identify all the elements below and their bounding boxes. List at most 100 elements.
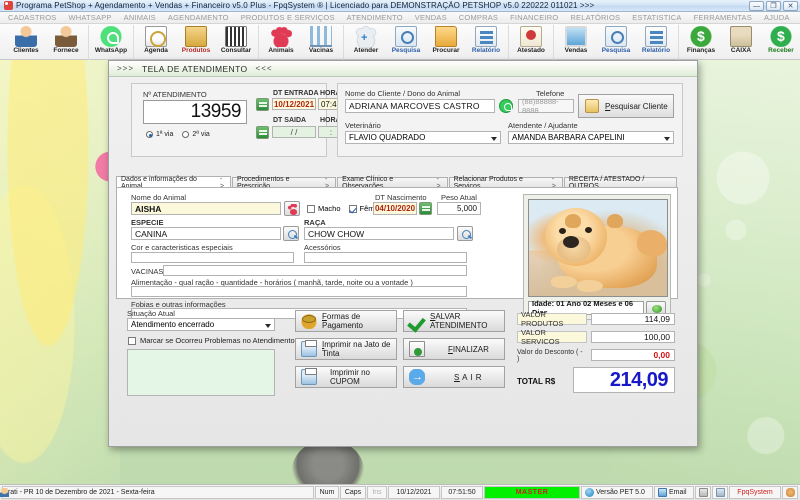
receive-icon (770, 26, 792, 47)
status-select[interactable]: Atendimento encerrado (127, 318, 275, 331)
animal-name-label: Nome do Animal (131, 193, 187, 202)
minimize-button[interactable]: — (749, 1, 764, 11)
menu-item-produtos-e-servicos[interactable]: PRODUTOS E SERVIÇOS (241, 13, 335, 22)
salvar-atendimento-button[interactable]: SALVAR ATENDIMENTO (403, 310, 505, 332)
whatsapp-icon[interactable] (499, 99, 513, 113)
vet-select[interactable]: FLAVIO QUADRADO (345, 131, 501, 144)
toolbar-button-animais[interactable]: Animais (261, 25, 301, 59)
breed-search-icon[interactable] (457, 226, 473, 241)
menu-item-atendimento[interactable]: ATENDIMENTO (347, 13, 403, 22)
exit-date-picker-icon[interactable] (256, 126, 269, 139)
client-name-value[interactable]: ADRIANA MARCOVES CASTRO (345, 99, 495, 113)
toolbar: Clientes Fornece WhatsApp Agenda Produto… (0, 24, 800, 60)
toolbar-button-pesquisa-atend[interactable]: Pesquisa (386, 25, 426, 59)
menu-item-whatsapp[interactable]: WHATSAPP (68, 13, 111, 22)
imprimir-cupom-button[interactable]: Imprimir no CUPOM (295, 366, 397, 388)
birth-date-picker-icon[interactable] (419, 202, 432, 215)
status-notes-textarea[interactable] (127, 349, 275, 396)
toolbar-button-financas[interactable]: Finanças (681, 25, 721, 59)
menu-item-relatorios[interactable]: RELATÓRIOS (570, 13, 620, 22)
status-version: Versão PET 5.0 (581, 486, 653, 499)
color-value[interactable] (131, 252, 294, 263)
toolbar-button-pesquisa-vendas[interactable]: Pesquisa (596, 25, 636, 59)
attendant-select[interactable]: AMANDA BARBARA CAPELINI (508, 131, 674, 144)
toolbar-label-clientes: Clientes (13, 47, 39, 54)
valor-produtos-value[interactable]: 114,09 (591, 313, 675, 325)
checkbox-femea[interactable] (348, 204, 357, 213)
toolbar-button-atender[interactable]: Atender (346, 25, 386, 59)
toolbar-button-relatorio-atend[interactable]: Relatório (466, 25, 506, 59)
radio-via2[interactable] (182, 131, 190, 138)
weight-value[interactable]: 5,000 (437, 202, 481, 215)
toolbar-button-vendas[interactable]: Vendas (556, 25, 596, 59)
total-value[interactable]: 214,09 (573, 367, 675, 393)
toolbar-button-caixa[interactable]: CAIXA (721, 25, 761, 59)
status-master: MASTER (0, 486, 580, 499)
toolbar-button-receber[interactable]: Receber (761, 25, 800, 59)
toolbar-button-consultar[interactable]: Consultar (216, 25, 256, 59)
feeding-value[interactable] (131, 286, 467, 297)
maximize-button[interactable]: ❐ (766, 1, 781, 11)
toolbar-button-procurar[interactable]: Procurar (426, 25, 466, 59)
toolbar-label-produtos: Produtos (181, 47, 211, 54)
entry-date-picker-icon[interactable] (256, 98, 269, 111)
toolbar-group-cadastros: Clientes Fornece (4, 25, 89, 60)
color-label: Cor e caracteristicas especiais (131, 243, 233, 252)
client-phone-value[interactable]: (88)88888-8888 (518, 97, 574, 115)
animal-photo[interactable] (528, 199, 668, 297)
supplier-icon (55, 26, 77, 47)
birth-date-value[interactable]: 04/10/2020 (373, 202, 417, 215)
accessories-value[interactable] (304, 252, 467, 263)
toolbar-button-vacinas[interactable]: Vacinas (301, 25, 341, 59)
checkbox-problemas[interactable] (128, 336, 136, 345)
menu-item-ferramentas[interactable]: FERRAMENTAS (694, 13, 752, 22)
sair-button[interactable]: S A I R (403, 366, 505, 388)
menu-item-ajuda[interactable]: AJUDA (764, 13, 790, 22)
close-button[interactable]: ✕ (783, 1, 798, 11)
menu-item-vendas[interactable]: VENDAS (415, 13, 447, 22)
status-email[interactable]: Email (654, 486, 694, 499)
dog-eye-left (559, 228, 566, 234)
application-window: Programa PetShop + Agendamento + Vendas … (0, 0, 800, 500)
search-client-button[interactable]: Pesquisar Cliente (578, 94, 674, 118)
formas-pagamento-button[interactable]: Formas de Pagamento (295, 310, 397, 332)
finalizar-button[interactable]: FINALIZAR (403, 338, 505, 360)
toolbar-group-financeiro: Finanças CAIXA Receber A Pagar (679, 25, 800, 60)
animal-name-value[interactable]: AISHA (131, 202, 281, 215)
vaccines-value[interactable] (163, 265, 467, 276)
valor-servicos-value[interactable]: 100,00 (591, 331, 675, 343)
status-version-label: Versão PET 5.0 (596, 489, 645, 496)
menu-item-estatistica[interactable]: ESTATISTICA (632, 13, 681, 22)
toolbar-button-clientes[interactable]: Clientes (6, 25, 46, 59)
entry-date-value[interactable]: 10/12/2021 (272, 98, 316, 110)
toolbar-button-relatorio-vendas[interactable]: Relatório (636, 25, 676, 59)
search-icon (605, 26, 627, 47)
menu-item-animais[interactable]: ANIMAIS (124, 13, 156, 22)
checkbox-macho[interactable] (307, 204, 315, 213)
menu-item-agendamento[interactable]: AGENDAMENTO (168, 13, 229, 22)
dog-tail-shape (637, 230, 667, 256)
status-printer[interactable] (695, 486, 711, 499)
toolbar-button-produtos[interactable]: Produtos (176, 25, 216, 59)
animal-paw-button[interactable] (284, 201, 300, 216)
toolbar-button-fornece[interactable]: Fornece (46, 25, 86, 59)
status-network[interactable] (712, 486, 728, 499)
species-value[interactable]: CANINA (131, 227, 281, 240)
exit-date-value[interactable]: / / (272, 126, 316, 138)
toolbar-button-atestado[interactable]: Atestado (511, 25, 551, 59)
exit-icon (409, 369, 425, 385)
attendance-number-value[interactable]: 13959 (143, 100, 247, 124)
imprimir-jato-button[interactable]: Imprimir na Jato de Tinta (295, 338, 397, 360)
animal-photo-frame: Idade: 01 Ano 02 Meses e 06 Dias (523, 194, 671, 320)
total-label: TOTAL R$ (517, 376, 556, 386)
toolbar-button-whatsapp[interactable]: WhatsApp (91, 25, 131, 59)
toolbar-button-agenda[interactable]: Agenda (136, 25, 176, 59)
breed-value[interactable]: CHOW CHOW (304, 227, 454, 240)
radio-via1[interactable] (146, 131, 153, 138)
desconto-value[interactable]: 0,00 (591, 349, 675, 361)
menu-item-financeiro[interactable]: FINANCEIRO (510, 13, 558, 22)
menu-item-cadastros[interactable]: CADASTROS (8, 13, 56, 22)
toolbar-label-animais: Animais (268, 47, 294, 54)
menu-item-compras[interactable]: COMPRAS (459, 13, 498, 22)
species-search-icon[interactable] (283, 226, 299, 241)
